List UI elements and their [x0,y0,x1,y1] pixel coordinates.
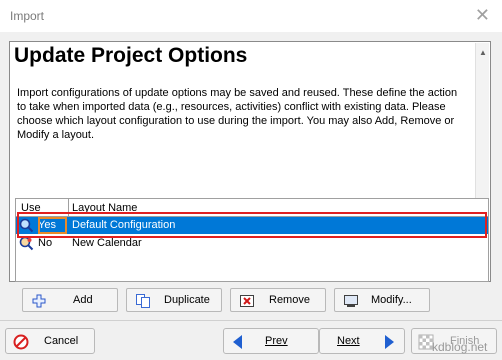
footer-divider [0,320,502,321]
add-button-label: Add [73,294,93,306]
next-button[interactable]: Next [319,328,405,354]
duplicate-button-label: Duplicate [164,294,210,306]
arrow-left-icon [233,335,242,349]
cancel-button[interactable]: Cancel [5,328,95,354]
page-description: Import configurations of update options … [17,87,458,141]
use-value: No [38,237,53,249]
cancel-button-label: Cancel [44,335,79,347]
scroll-up-icon[interactable]: ▲ [479,48,487,57]
modify-icon [344,295,358,307]
remove-button[interactable]: Remove [230,288,326,312]
modify-button[interactable]: Modify... [334,288,430,312]
cancel-icon [13,334,29,350]
prev-button[interactable]: Prev [223,328,319,354]
add-button[interactable]: Add [22,288,118,312]
modify-button-label: Modify... [371,294,412,306]
prev-button-label: Prev [265,335,288,347]
row-highlight-outline [17,212,487,238]
window-title: Import [10,9,45,23]
close-icon[interactable]: ✕ [475,5,490,25]
layout-name: New Calendar [72,237,142,249]
arrow-right-icon [385,335,394,349]
use-cell-highlight-outline [38,217,67,234]
remove-button-label: Remove [269,294,310,306]
duplicate-button[interactable]: Duplicate [126,288,222,312]
next-button-label: Next [337,335,360,347]
watermark: kdblog.net [432,340,488,354]
page-title: Update Project Options [14,44,248,67]
layout-grid: Use Layout Name Yes Default Configuratio… [15,198,489,282]
title-bar: Import ✕ [0,0,502,32]
magnifier-icon [19,236,34,251]
remove-icon [240,295,254,307]
duplicate-icon [136,294,150,308]
plus-icon [32,294,46,308]
